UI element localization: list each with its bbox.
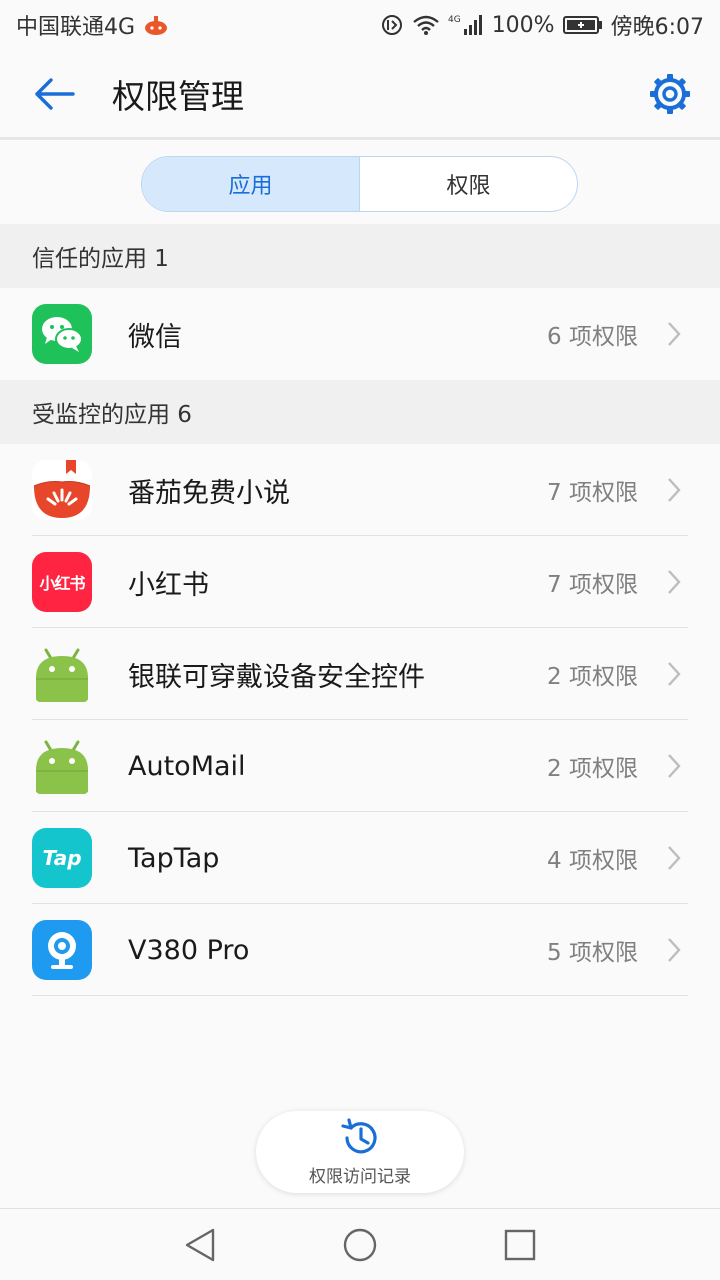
gear-icon	[650, 73, 690, 114]
chevron-right-icon	[654, 569, 694, 595]
taptap-icon: Tap	[32, 828, 92, 888]
screen: 中国联通4G 4G 100% 傍晚6:07 权限管理 应用 权限 信任的应用 1…	[0, 0, 720, 1280]
chevron-right-icon	[654, 937, 694, 963]
network-badge: 4G	[448, 15, 461, 25]
battery-icon	[562, 15, 603, 35]
permission-count: 7 项权限	[547, 572, 638, 598]
app-name: 微信	[128, 321, 182, 353]
chevron-right-icon	[654, 321, 694, 347]
back-button[interactable]	[0, 49, 110, 139]
chevron-right-icon	[654, 845, 694, 871]
nav-recents-icon	[504, 1229, 536, 1260]
app-name: AutoMail	[128, 750, 246, 782]
section-header-monitored: 受监控的应用 6	[0, 380, 720, 444]
signal-icon: 4G	[448, 13, 484, 37]
app-row-xiaohongshu[interactable]: 小红书 小红书 7 项权限	[0, 536, 720, 628]
app-row-unionpay-wearable[interactable]: 银联可穿戴设备安全控件 2 项权限	[0, 628, 720, 720]
wifi-icon	[412, 14, 440, 36]
app-bar: 权限管理	[0, 50, 720, 140]
notification-icon	[143, 14, 169, 36]
app-name: V380 Pro	[128, 934, 250, 966]
tomato-novel-icon	[32, 460, 92, 520]
section-header-trusted: 信任的应用 1	[0, 224, 720, 288]
app-name: 番茄免费小说	[128, 477, 290, 509]
tab-permissions[interactable]: 权限	[360, 157, 577, 211]
nav-back-button[interactable]	[170, 1215, 230, 1275]
app-row-automail[interactable]: AutoMail 2 项权限	[0, 720, 720, 812]
app-row-taptap[interactable]: Tap TapTap 4 项权限	[0, 812, 720, 904]
nav-back-icon	[185, 1228, 215, 1261]
chevron-right-icon	[654, 753, 694, 779]
carrier-label: 中国联通4G	[16, 15, 136, 40]
monitored-app-list: 番茄免费小说 7 项权限 小红书 小红书 7 项权限 银联可穿戴设备安全控件 2…	[0, 444, 720, 996]
navigation-bar	[0, 1208, 720, 1280]
android-icon	[32, 736, 92, 796]
xiaohongshu-icon: 小红书	[32, 552, 92, 612]
permission-count: 5 项权限	[547, 940, 638, 966]
trusted-app-list: 微信 6 项权限	[0, 288, 720, 380]
status-left: 中国联通4G	[16, 9, 169, 41]
back-arrow-icon	[35, 77, 75, 110]
permission-history-button[interactable]: 权限访问记录	[256, 1111, 464, 1193]
nav-recents-button[interactable]	[490, 1215, 550, 1275]
permission-count: 7 项权限	[547, 480, 638, 506]
app-name: TapTap	[128, 842, 220, 874]
status-right: 4G 100% 傍晚6:07	[380, 9, 704, 41]
history-clock-icon	[341, 1117, 377, 1153]
app-name: 银联可穿戴设备安全控件	[128, 661, 425, 693]
chevron-right-icon	[654, 477, 694, 503]
android-icon	[32, 644, 92, 704]
permission-count: 2 项权限	[547, 756, 638, 782]
status-bar: 中国联通4G 4G 100% 傍晚6:07	[0, 0, 720, 50]
battery-label: 100%	[491, 12, 555, 38]
app-row-wechat[interactable]: 微信 6 项权限	[0, 288, 720, 380]
page-title: 权限管理	[112, 76, 244, 116]
time-label: 傍晚6:07	[610, 15, 704, 40]
nav-home-icon	[343, 1228, 377, 1261]
tab-apps[interactable]: 应用	[142, 157, 360, 211]
app-row-v380[interactable]: V380 Pro 5 项权限	[0, 904, 720, 996]
wechat-icon	[32, 304, 92, 364]
app-name: 小红书	[128, 569, 209, 601]
settings-button[interactable]	[620, 49, 720, 139]
permission-count: 2 项权限	[547, 664, 638, 690]
row-divider	[32, 995, 688, 996]
taptap-logo-text: Tap	[42, 846, 82, 870]
nav-home-button[interactable]	[330, 1215, 390, 1275]
data-saver-icon	[380, 13, 404, 37]
permission-history-label: 权限访问记录	[309, 1166, 411, 1187]
v380-camera-icon	[32, 920, 92, 980]
app-row-tomato-novel[interactable]: 番茄免费小说 7 项权限	[0, 444, 720, 536]
permission-count: 4 项权限	[547, 848, 638, 874]
xiaohongshu-logo-text: 小红书	[39, 574, 85, 593]
permission-count: 6 项权限	[547, 324, 638, 350]
chevron-right-icon	[654, 661, 694, 687]
tab-switcher: 应用 权限	[141, 156, 578, 212]
